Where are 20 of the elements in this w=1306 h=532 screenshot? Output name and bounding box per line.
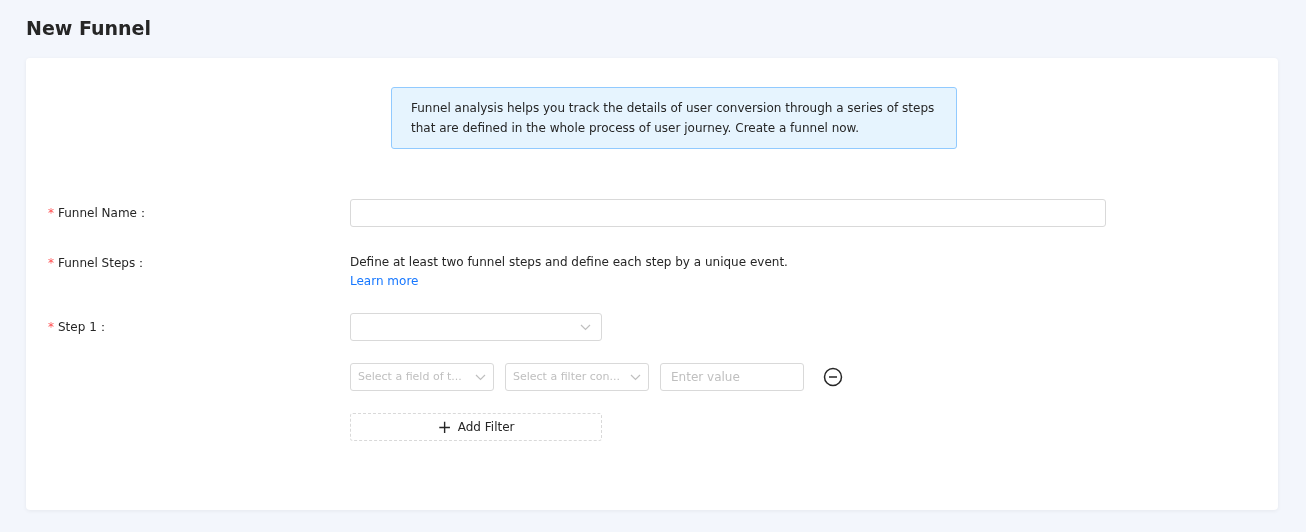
field-label: Step 1： <box>58 319 109 336</box>
remove-icon[interactable] <box>823 367 843 387</box>
learn-more-link[interactable]: Learn more <box>350 274 419 288</box>
chevron-down-icon <box>475 373 486 381</box>
value-input[interactable]: Enter value <box>660 363 804 391</box>
required-mark: * <box>48 319 54 336</box>
funnel-name-input[interactable] <box>350 199 1106 227</box>
help-text: Define at least two funnel steps and define each step by a unique event. <box>350 254 788 271</box>
required-mark: * <box>48 205 54 222</box>
chevron-down-icon <box>630 373 641 381</box>
event-select[interactable] <box>350 313 602 341</box>
field-label: Funnel Steps： <box>58 255 148 272</box>
info-alert: Funnel analysis helps you track the details of user conversion through a series of steps that are defined in the whole process of user journey. Create a funnel now. <box>391 87 957 149</box>
field-label: Funnel Name： <box>58 205 149 222</box>
page-title: New Funnel <box>26 16 152 41</box>
select-placeholder: Select a filter con... <box>513 368 620 385</box>
add-filter-button[interactable]: + Add Filter <box>350 413 602 441</box>
chevron-down-icon <box>580 323 591 331</box>
select-placeholder: Select a field of t... <box>358 368 462 385</box>
required-mark: * <box>48 255 54 272</box>
